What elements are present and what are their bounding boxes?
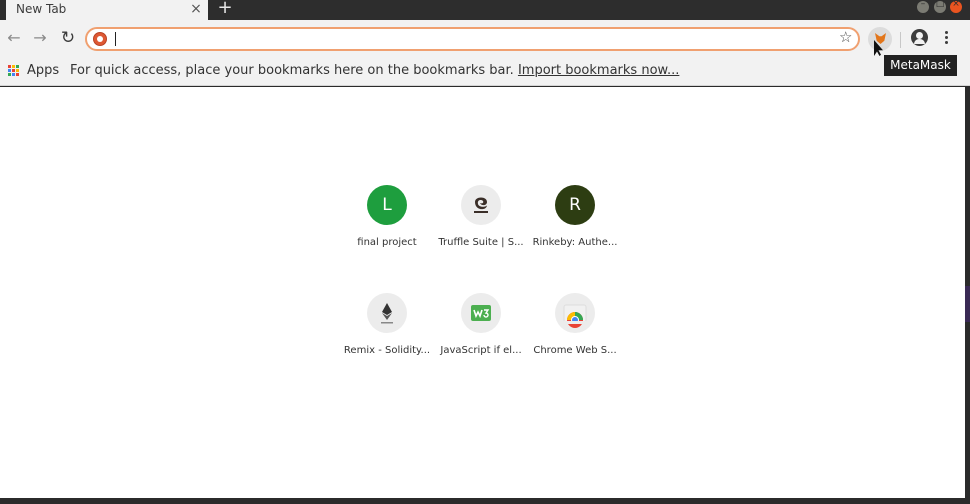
truffle-icon: [461, 185, 501, 225]
tab-new-tab[interactable]: New Tab ×: [6, 0, 208, 20]
apps-grid-icon[interactable]: [8, 65, 20, 77]
address-bar[interactable]: ☆: [85, 27, 860, 51]
duckduckgo-icon: [93, 32, 107, 46]
shortcut-label: Remix - Solidity...: [343, 345, 431, 356]
chrome-web-store-icon: [555, 293, 595, 333]
shortcut-label: Chrome Web S...: [533, 345, 617, 356]
shortcut-tile[interactable]: JavaScript if el...: [433, 293, 529, 393]
shortcut-tile[interactable]: Chrome Web S...: [527, 293, 623, 393]
apps-button[interactable]: Apps: [27, 63, 59, 78]
shortcut-tile[interactable]: L final project: [339, 185, 435, 285]
reload-button[interactable]: ↻: [57, 27, 79, 49]
profile-avatar-icon[interactable]: [911, 29, 928, 46]
background-window-edge: [965, 286, 970, 322]
w3schools-icon: [461, 293, 501, 333]
tile-letter: L: [382, 195, 392, 215]
toolbar: ← → ↻ ☆: [0, 20, 970, 56]
toolbar-divider: [900, 32, 901, 48]
metamask-fox-icon: [875, 33, 886, 44]
bookmarks-hint: For quick access, place your bookmarks h…: [70, 63, 679, 78]
shortcut-label: Rinkeby: Authe...: [532, 237, 618, 248]
bookmarks-bar: Apps For quick access, place your bookma…: [0, 56, 970, 86]
bookmark-star-icon[interactable]: ☆: [839, 28, 852, 46]
minimize-icon: –: [920, 0, 926, 9]
shortcut-tile[interactable]: Remix - Solidity...: [339, 293, 435, 393]
new-tab-page: L final project Truffle Suite | S... R R…: [0, 87, 965, 498]
shortcut-tile[interactable]: Truffle Suite | S...: [433, 185, 529, 285]
text-caret: [115, 32, 116, 46]
shortcut-tile[interactable]: R Rinkeby: Authe...: [527, 185, 623, 285]
tile-letter: R: [569, 195, 581, 215]
letter-l-icon: L: [367, 185, 407, 225]
tab-strip: New Tab × + – □ ×: [0, 0, 970, 20]
window-maximize-button[interactable]: □: [934, 0, 946, 13]
shortcut-label: Truffle Suite | S...: [438, 237, 524, 248]
maximize-icon: □: [935, 0, 945, 9]
tab-close-icon[interactable]: ×: [188, 1, 204, 17]
remix-ethereum-icon: [367, 293, 407, 333]
tab-title: New Tab: [16, 2, 67, 16]
shortcut-label: JavaScript if el...: [440, 345, 522, 356]
back-button[interactable]: ←: [3, 27, 25, 49]
shortcut-label: final project: [357, 237, 417, 248]
bookmarks-hint-text: For quick access, place your bookmarks h…: [70, 63, 514, 78]
forward-button[interactable]: →: [29, 27, 51, 49]
kebab-menu-icon[interactable]: [940, 30, 954, 46]
close-icon: ×: [952, 0, 960, 9]
new-tab-button[interactable]: +: [216, 0, 234, 18]
import-bookmarks-link[interactable]: Import bookmarks now...: [518, 63, 679, 78]
window-close-button[interactable]: ×: [950, 0, 962, 13]
metamask-tooltip: MetaMask: [884, 55, 957, 76]
taskbar-edge: [0, 498, 970, 504]
window-minimize-button[interactable]: –: [917, 0, 929, 13]
letter-r-icon: R: [555, 185, 595, 225]
